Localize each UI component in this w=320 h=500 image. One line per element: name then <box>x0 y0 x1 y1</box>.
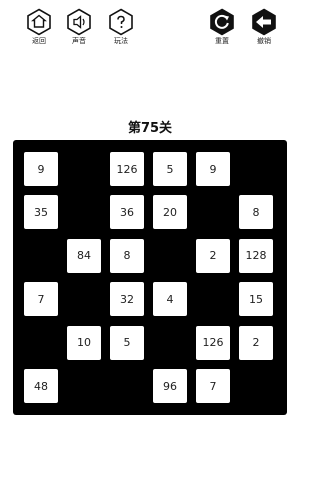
speaker-icon <box>67 8 91 36</box>
number-tile[interactable]: 128 <box>239 238 273 273</box>
number-tile[interactable]: 9 <box>196 152 230 186</box>
sound-label: 声音 <box>72 37 86 45</box>
number-tile[interactable]: 15 <box>239 282 273 317</box>
game-board: 9 126 5 9 35 36 20 8 84 8 2 128 7 32 4 15 10 5 126 2 48 96 7 <box>13 140 287 415</box>
number-tile[interactable]: 2 <box>239 325 273 360</box>
reset-label: 重置 <box>215 37 229 45</box>
number-tile[interactable]: 5 <box>110 325 144 360</box>
number-tile[interactable]: 126 <box>110 152 144 186</box>
number-tile[interactable]: 2 <box>196 238 230 273</box>
help-label: 玩法 <box>114 37 128 45</box>
number-tile[interactable]: 4 <box>153 282 187 317</box>
level-title: 第75关 <box>127 121 173 136</box>
back-button[interactable]: 返回 <box>19 8 59 46</box>
question-icon <box>109 8 133 36</box>
number-tile[interactable]: 7 <box>196 369 230 403</box>
number-tile[interactable]: 48 <box>24 369 58 403</box>
number-tile[interactable]: 96 <box>153 369 187 403</box>
help-button[interactable]: 玩法 <box>101 8 141 46</box>
number-tile[interactable]: 8 <box>110 238 144 273</box>
number-tile[interactable]: 5 <box>153 152 187 186</box>
back-label: 返回 <box>32 37 46 45</box>
number-tile[interactable]: 7 <box>24 282 58 317</box>
number-tile[interactable]: 126 <box>196 325 230 360</box>
undo-button[interactable]: 撤销 <box>244 8 284 46</box>
number-tile[interactable]: 20 <box>153 195 187 230</box>
back-arrow-icon <box>252 8 276 36</box>
number-tile[interactable]: 36 <box>110 195 144 230</box>
reset-button[interactable]: 重置 <box>202 8 242 46</box>
number-tile[interactable]: 10 <box>67 325 101 360</box>
reset-icon <box>210 8 234 36</box>
number-tile[interactable]: 35 <box>24 195 58 230</box>
undo-label: 撤销 <box>257 37 271 45</box>
number-tile[interactable]: 32 <box>110 282 144 317</box>
sound-button[interactable]: 声音 <box>59 8 99 46</box>
number-tile[interactable]: 84 <box>67 238 101 273</box>
number-tile[interactable]: 8 <box>239 195 273 230</box>
number-tile[interactable]: 9 <box>24 152 58 186</box>
home-icon <box>27 8 51 36</box>
